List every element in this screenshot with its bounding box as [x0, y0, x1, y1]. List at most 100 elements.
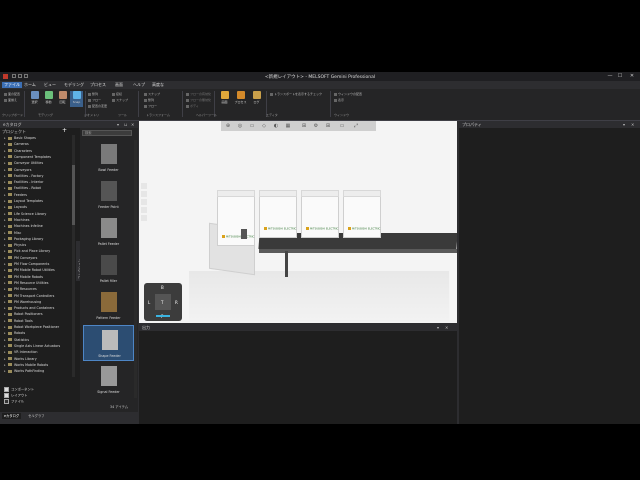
view-settings-icon[interactable]: ⚙	[313, 123, 319, 129]
process-button[interactable]: プロセス	[234, 91, 247, 107]
navigation-cube[interactable]: B L R T F	[144, 283, 182, 321]
pin-icon[interactable]: ▾	[437, 325, 439, 330]
ribbon-paste[interactable]: 面の配置	[4, 92, 20, 96]
tree-item[interactable]: ▸ VR Interaction	[4, 349, 72, 355]
ribbon-snap-opt-2[interactable]: フロー	[88, 98, 101, 102]
ribbon-snap-opt-3[interactable]: 配置の変更	[88, 104, 107, 108]
view-fit-icon[interactable]: ▭	[249, 123, 255, 129]
product-box[interactable]: MITSUBISHI ELECTRIC	[217, 190, 255, 246]
tree-item[interactable]: ▸ Facilities - Robot	[4, 185, 72, 191]
menu-home[interactable]: ホーム	[22, 82, 38, 88]
tree-item[interactable]: ▸ Feeders	[4, 192, 72, 198]
tree-item[interactable]: ▸ Facilities - Interior	[4, 179, 72, 185]
rotate-button[interactable]: 回転	[56, 91, 69, 107]
ribbon-copy[interactable]: 面揃え	[4, 98, 17, 102]
tree-item[interactable]: ▸ Machines	[4, 217, 72, 223]
tree-scrollbar[interactable]	[72, 135, 75, 377]
tree-item[interactable]: ▸ Works Mobile Robots	[4, 362, 72, 368]
add-collection-button[interactable]: +	[62, 128, 67, 134]
catalog-item[interactable]: Pattern Feeder	[83, 288, 134, 324]
side-tool-icon[interactable]	[141, 183, 147, 189]
view-camera-icon[interactable]: ◎	[237, 123, 243, 129]
close-icon[interactable]: ✕	[445, 325, 448, 330]
tree-item[interactable]: ▸ Physics	[4, 242, 72, 248]
tree-item[interactable]: ▸ Cameras	[4, 141, 72, 147]
ribbon-window-layout[interactable]: ウィンドウの配置	[334, 92, 362, 96]
tree-item[interactable]: ▸ Facilities - Factory	[4, 173, 72, 179]
ribbon-transform-opt-1[interactable]: スナップ	[144, 92, 160, 96]
tree-item[interactable]: ▸ PM Resource Utilities	[4, 280, 72, 286]
catalog-item[interactable]: Shape Feeder	[83, 325, 134, 361]
catalog-item[interactable]: Feeder Point	[83, 177, 134, 213]
side-tool-icon[interactable]	[141, 207, 147, 213]
menu-file[interactable]: ファイル	[2, 82, 22, 88]
ribbon-snap-opt-1[interactable]: 整列	[88, 92, 98, 96]
view-grid-icon[interactable]: ▦	[285, 123, 291, 129]
tree-item[interactable]: ▸ Works Library	[4, 356, 72, 362]
tree-item[interactable]: ▸ Statistics	[4, 337, 72, 343]
ribbon-body[interactable]: ボディ	[186, 104, 199, 108]
tree-item[interactable]: ▸ Robots	[4, 330, 72, 336]
side-tool-icon[interactable]	[141, 191, 147, 197]
maximize-button[interactable]: ☐	[616, 73, 624, 80]
tree-item[interactable]: ▸ Pick and Place Library	[4, 248, 72, 254]
menu-process[interactable]: プロセス	[88, 82, 108, 88]
tab-cell-graph[interactable]: セルグラフ	[26, 413, 46, 419]
close-icon[interactable]: ✕	[131, 122, 134, 127]
3d-viewport[interactable]: ⊕ ◎ ▭ ◇ ◐ ▦ ⊞ ⚙ ⊞ ▭ ⤢ MITSUBISHI ELECTRI…	[139, 121, 457, 323]
side-tool-icon[interactable]	[141, 215, 147, 221]
move-button[interactable]: 移動	[42, 91, 55, 107]
checkbox-layouts[interactable]	[4, 393, 9, 398]
tree-item[interactable]: ▸ Characters	[4, 148, 72, 154]
items-search-input[interactable]: 検索	[82, 130, 132, 136]
tree-item[interactable]: ▸ PM Conveyors	[4, 255, 72, 261]
menu-modeling[interactable]: モデリング	[62, 82, 86, 88]
ribbon-transform-opt-3[interactable]: フロー	[144, 104, 157, 108]
view-frame-icon[interactable]: ▭	[339, 123, 345, 129]
pin-icon[interactable]: ▾	[117, 122, 119, 127]
product-box[interactable]: MITSUBISHI ELECTRIC	[259, 190, 297, 238]
ribbon-show[interactable]: 表示	[334, 98, 344, 102]
tree-item[interactable]: ▸ Conveyors	[4, 167, 72, 173]
tree-item[interactable]: ▸ Basic Shapes	[4, 135, 72, 141]
ribbon-tool-opt-1[interactable]: 接続	[112, 92, 122, 96]
tree-item[interactable]: ▸ Conveyor Utilities	[4, 160, 72, 166]
view-render-icon[interactable]: ◇	[261, 123, 267, 129]
tree-item[interactable]: ▸ Misc	[4, 230, 72, 236]
filter-files[interactable]: ファイル	[4, 399, 24, 404]
checkbox-components[interactable]	[4, 387, 9, 392]
tree-item[interactable]: ▸ Products and Containers	[4, 305, 72, 311]
view-dimension-icon[interactable]: ⊞	[325, 123, 331, 129]
tree-item[interactable]: ▸ PM Mobile Robots	[4, 274, 72, 280]
ribbon-show-transport-check[interactable]: トランスポートを表示するチェック	[270, 92, 322, 96]
menu-advanced[interactable]: 高度な	[150, 82, 166, 88]
tree-item[interactable]: ▸ PM Warehousing	[4, 299, 72, 305]
tree-item[interactable]: ▸ PM Resources	[4, 286, 72, 292]
catalog-item[interactable]: Signal Feeder	[83, 362, 134, 398]
view-expand-icon[interactable]: ⤢	[353, 123, 359, 129]
tree-item[interactable]: ▸ PM Transport Controllers	[4, 293, 72, 299]
tree-item[interactable]: ▸ Robot Positioners	[4, 311, 72, 317]
screen-button[interactable]: 画面	[218, 91, 231, 107]
close-button[interactable]: ✕	[628, 73, 636, 80]
tree-item[interactable]: ▸ Life Science Library	[4, 211, 72, 217]
menu-help[interactable]: ヘルプ	[131, 82, 147, 88]
tree-item[interactable]: ▸ Layouts	[4, 204, 72, 210]
tree-item[interactable]: ▸ PM Flow Components	[4, 261, 72, 267]
side-tool-icon[interactable]	[141, 199, 147, 205]
ribbon-flow-enable[interactable]: フローの有効化	[186, 92, 211, 96]
tree-item[interactable]: ▸ Machines Infeline	[4, 223, 72, 229]
menu-view[interactable]: ビュー	[42, 82, 58, 88]
tree-item[interactable]: ▸ PM Mobile Robot Utilities	[4, 267, 72, 273]
minimize-button[interactable]: —	[606, 73, 614, 80]
checkbox-files[interactable]	[4, 399, 9, 404]
product-box[interactable]: MITSUBISHI ELECTRIC	[301, 190, 339, 238]
items-scrollbar[interactable]	[134, 140, 137, 398]
ribbon-tool-opt-2[interactable]: スナップ	[112, 98, 128, 102]
filter-layouts[interactable]: レイアウト	[4, 393, 27, 398]
menu-screen[interactable]: 画面	[113, 82, 125, 88]
tab-ecatalog[interactable]: eカタログ	[2, 413, 22, 419]
filter-components[interactable]: コンポーネント	[4, 387, 34, 392]
tree-item[interactable]: ▸ Layout Templates	[4, 198, 72, 204]
view-zoom-icon[interactable]: ⊞	[301, 123, 307, 129]
